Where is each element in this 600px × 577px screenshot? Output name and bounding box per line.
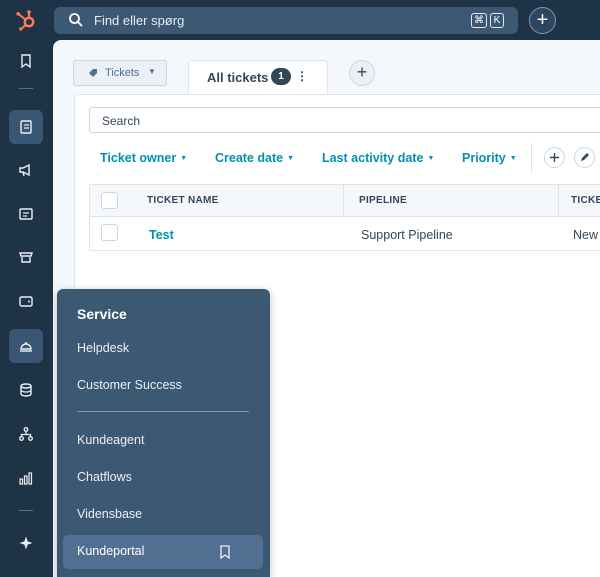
rail-ai-assistant[interactable] bbox=[9, 526, 43, 560]
caret-down-icon: ▼ bbox=[427, 155, 435, 162]
menu-item-kundeagent[interactable]: Kundeagent bbox=[77, 433, 144, 447]
rail-content[interactable] bbox=[9, 197, 43, 231]
bookmark-icon[interactable] bbox=[219, 545, 231, 559]
add-view-button[interactable]: + bbox=[349, 60, 375, 86]
caret-down-icon: ▼ bbox=[180, 155, 188, 162]
plus-icon bbox=[550, 153, 559, 162]
filter-divider bbox=[531, 143, 532, 173]
select-all-checkbox[interactable] bbox=[101, 192, 118, 209]
rail-crm-records[interactable] bbox=[9, 110, 43, 144]
menu-item-chatflows[interactable]: Chatflows bbox=[77, 470, 132, 484]
records-icon bbox=[20, 120, 32, 134]
rail-data-management[interactable] bbox=[9, 373, 43, 407]
menu-item-customer-success[interactable]: Customer Success bbox=[77, 378, 182, 392]
wallet-icon bbox=[19, 296, 33, 307]
column-header-ticket-name[interactable]: TICKET NAME bbox=[147, 195, 219, 206]
rail-payments[interactable] bbox=[9, 284, 43, 318]
create-new-button[interactable]: + bbox=[529, 7, 556, 34]
tag-icon bbox=[89, 69, 97, 77]
sparkle-icon bbox=[19, 536, 33, 550]
rail-divider bbox=[19, 510, 33, 511]
rail-commerce[interactable] bbox=[9, 240, 43, 274]
service-flyout-menu: Service Helpdesk Customer Success Kundea… bbox=[57, 289, 270, 577]
menu-item-vidensbase[interactable]: Vidensbase bbox=[77, 507, 142, 521]
megaphone-icon bbox=[19, 163, 30, 177]
filter-label: Ticket owner bbox=[100, 151, 177, 165]
filter-create-date[interactable]: Create date ▼ bbox=[215, 151, 294, 165]
caret-down-icon: ▼ bbox=[509, 155, 517, 162]
add-filter-button[interactable] bbox=[544, 147, 565, 168]
rail-marketing[interactable] bbox=[9, 153, 43, 187]
commerce-icon bbox=[19, 252, 33, 263]
table-header: TICKET NAME PIPELINE TICKET bbox=[90, 185, 600, 217]
column-header-pipeline[interactable]: PIPELINE bbox=[359, 195, 407, 206]
tickets-table: TICKET NAME PIPELINE TICKET Test Support… bbox=[89, 184, 600, 251]
hubspot-logo-icon[interactable] bbox=[14, 8, 38, 32]
column-divider bbox=[343, 185, 344, 217]
menu-divider bbox=[77, 411, 249, 412]
content-icon bbox=[19, 208, 33, 220]
workflows-icon bbox=[19, 427, 33, 441]
shortcut-key-command: ⌘ bbox=[471, 13, 487, 28]
bookmark-icon bbox=[21, 54, 31, 69]
database-icon bbox=[20, 383, 32, 397]
rail-bookmarks[interactable] bbox=[9, 44, 43, 78]
left-navigation-rail bbox=[0, 40, 53, 577]
rail-service[interactable] bbox=[9, 329, 43, 363]
pipeline-cell: Support Pipeline bbox=[361, 228, 453, 242]
menu-item-helpdesk[interactable]: Helpdesk bbox=[77, 341, 129, 355]
edit-filters-button[interactable] bbox=[574, 147, 595, 168]
search-icon bbox=[69, 13, 83, 27]
row-checkbox[interactable] bbox=[101, 224, 118, 241]
view-tab-all-tickets[interactable]: All tickets 1 ⋮ bbox=[188, 60, 328, 98]
caret-down-icon: ▼ bbox=[287, 155, 295, 162]
filter-label: Last activity date bbox=[322, 151, 424, 165]
table-search-placeholder: Search bbox=[102, 114, 141, 128]
flyout-title: Service bbox=[77, 306, 127, 322]
filter-label: Priority bbox=[462, 151, 506, 165]
menu-item-kundeportal[interactable]: Kundeportal bbox=[63, 535, 263, 569]
global-search-bar[interactable]: Find eller spørg ⌘ K bbox=[54, 7, 518, 34]
filter-ticket-owner[interactable]: Ticket owner ▼ bbox=[100, 151, 187, 165]
table-search-input[interactable]: Search bbox=[89, 107, 600, 133]
filter-priority[interactable]: Priority ▼ bbox=[462, 151, 517, 165]
ticket-status-cell: New bbox=[573, 228, 599, 242]
column-header-ticket-status[interactable]: TICKET bbox=[571, 195, 600, 206]
top-navigation-bar: Find eller spørg ⌘ K + bbox=[0, 0, 600, 40]
filter-last-activity-date[interactable]: Last activity date ▼ bbox=[322, 151, 434, 165]
ticket-name-link[interactable]: Test bbox=[149, 228, 174, 242]
column-divider bbox=[558, 185, 559, 217]
rail-automation[interactable] bbox=[9, 417, 43, 451]
shortcut-key-k: K bbox=[490, 13, 504, 28]
menu-item-label: Kundeportal bbox=[77, 544, 145, 558]
view-tab-label: All tickets bbox=[207, 70, 269, 85]
pencil-icon bbox=[581, 153, 589, 161]
object-selector-dropdown[interactable]: Tickets ▼ bbox=[73, 60, 167, 86]
chevron-down-icon: ▼ bbox=[148, 67, 156, 76]
object-selector-label: Tickets bbox=[105, 67, 140, 79]
global-search-placeholder: Find eller spørg bbox=[94, 13, 185, 28]
rail-reporting[interactable] bbox=[9, 461, 43, 495]
service-bell-icon bbox=[20, 342, 32, 352]
more-options-icon[interactable]: ⋮ bbox=[296, 69, 308, 83]
view-count-badge: 1 bbox=[271, 68, 291, 85]
reports-icon bbox=[19, 472, 33, 485]
rail-divider bbox=[19, 88, 33, 89]
filter-label: Create date bbox=[215, 151, 284, 165]
